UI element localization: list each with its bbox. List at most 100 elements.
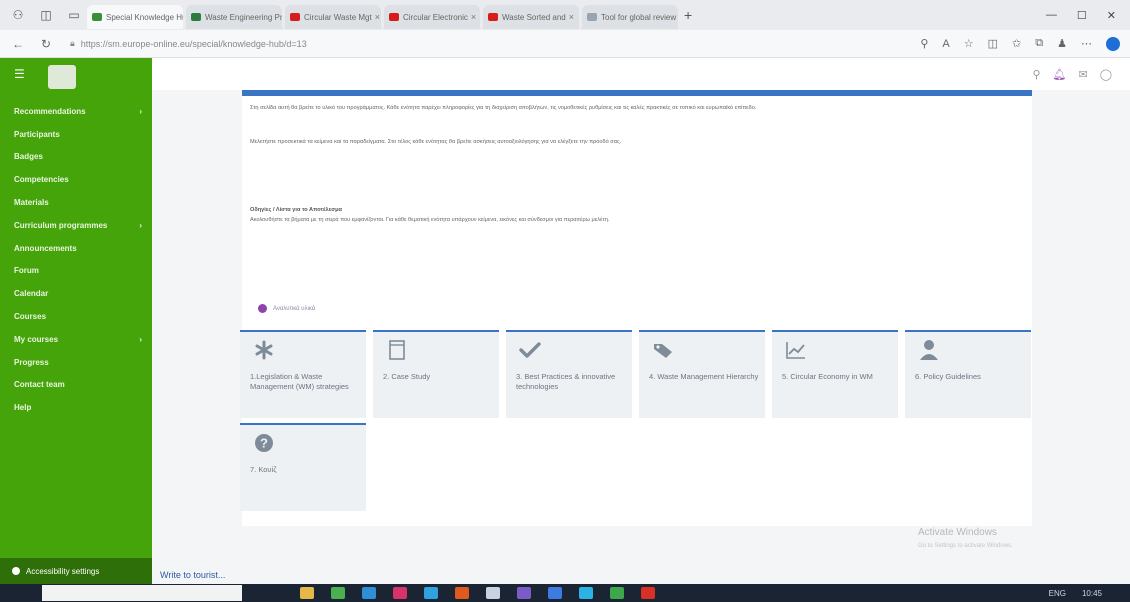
back-icon[interactable]: ← [8,37,28,51]
browser-tab[interactable]: Special Knowledge Hub× [87,5,183,29]
collections-icon[interactable]: ◫ [36,5,56,25]
sidebar-item[interactable]: Courses [0,305,152,328]
attachment-label: Αναλυτικά υλικά [273,305,316,312]
sidebar-item-label: Contact team [14,380,65,390]
hamburger-menu-icon[interactable]: ☰ [14,67,25,81]
module-tile[interactable]: 1.Legislation & Waste Management (WM) st… [240,330,366,418]
close-tab-icon[interactable]: × [676,12,678,22]
accessibility-settings-button[interactable]: Accessibility settings [0,558,152,584]
favorites-icon[interactable]: ✩ [1012,37,1021,50]
split-screen-icon[interactable]: ◫ [988,37,998,50]
browser-tab[interactable]: Waste Engineering Pr× [186,5,282,29]
sidebar-item[interactable]: Forum [0,260,152,283]
app-icon[interactable] [548,587,562,599]
close-tab-icon[interactable]: × [372,12,380,22]
attachment-link[interactable]: Αναλυτικά υλικά [258,304,315,313]
sidebar-item[interactable]: Participants [0,123,152,146]
tab-favicon [389,13,399,21]
profile-sync-icon[interactable]: ♟ [1057,37,1067,50]
chevron-icon: › [139,220,142,230]
book-icon [385,340,409,360]
search-icon[interactable]: ⚲ [1032,68,1040,81]
sidebar-item-label: Help [14,403,32,413]
notification-icon[interactable]: 🔔︎ [1053,68,1067,81]
tab-actions-icon[interactable]: ▭ [64,5,84,25]
app-icon[interactable] [424,587,438,599]
sidebar-item[interactable]: Materials [0,191,152,214]
browser-tab[interactable]: Circular Electronic × [384,5,480,29]
user-menu-icon[interactable]: ◯ [1100,68,1112,81]
taskbar-search[interactable] [42,585,242,601]
sidebar-item[interactable]: Competencies [0,168,152,191]
close-tab-icon[interactable]: × [468,12,476,22]
new-tab-button[interactable]: + [684,7,692,23]
file-explorer-icon[interactable] [300,587,314,599]
language-indicator[interactable]: ENG [1049,589,1066,598]
app-icon[interactable] [579,587,593,599]
person-icon [917,340,941,360]
app-icon[interactable] [331,587,345,599]
sidebar-item[interactable]: Help [0,396,152,419]
tile-label: 3. Best Practices & innovative technolog… [516,372,616,391]
activate-windows-title: Activate Windows [918,527,997,538]
tab-label: Tool for global review [601,12,677,22]
sidebar-item-label: Recommendations [14,106,86,116]
sidebar-item[interactable]: Contact team [0,374,152,397]
profile-icon[interactable]: ⚇ [8,5,28,25]
module-tile[interactable]: 6. Policy Guidelines [905,330,1031,418]
sidebar-item[interactable]: Announcements [0,237,152,260]
module-tile[interactable]: 4. Waste Management Hierarchy [639,330,765,418]
sidebar-item[interactable]: Curriculum programmes › [0,214,152,237]
app-icon[interactable] [393,587,407,599]
messages-icon[interactable]: ✉ [1078,68,1087,81]
tile-label: 4. Waste Management Hierarchy [649,372,759,381]
footer-link[interactable]: Write to tourist... [160,570,225,580]
module-tile[interactable]: ? 7. Κουίζ [240,423,366,511]
app-icon[interactable] [610,587,624,599]
close-tab-icon[interactable]: × [566,12,574,22]
copilot-icon[interactable] [1106,36,1120,51]
module-tile[interactable]: 3. Best Practices & innovative technolog… [506,330,632,418]
app-icon[interactable] [641,587,655,599]
tile-label: 2. Case Study [383,372,431,381]
clock[interactable]: 10:45 [1082,589,1102,598]
tile-label: 6. Policy Guidelines [915,372,981,381]
sidebar-item[interactable]: My courses › [0,328,152,351]
steps-paragraph: Ακολουθήστε τα βήματα με τη σειρά που εμ… [250,217,610,223]
attachment-icon [258,304,267,313]
section-header-bar [242,90,1032,96]
module-tile[interactable]: 5. Circular Economy in WM [772,330,898,418]
close-window-icon[interactable]: ✕ [1107,9,1116,22]
sidebar-item[interactable]: Calendar [0,282,152,305]
sidebar-item[interactable]: Progress [0,351,152,374]
browser-tab[interactable]: Tool for global review× [582,5,678,29]
app-icon[interactable] [517,587,531,599]
tag-icon [651,340,675,360]
chevron-icon: › [139,106,142,116]
read-aloud-icon[interactable]: A [942,38,949,50]
sidebar-item-label: Participants [14,129,60,139]
tab-label: Waste Engineering Pr [205,12,282,22]
extensions-icon[interactable]: ⧉ [1035,37,1043,50]
tab-favicon [488,13,498,21]
maximize-icon[interactable]: ☐ [1077,9,1087,22]
browser-tab[interactable]: Circular Waste Mgt × [285,5,381,29]
edge-icon[interactable] [362,587,376,599]
favorite-icon[interactable]: ☆ [964,37,974,50]
refresh-icon[interactable]: ↻ [36,37,56,51]
sidebar-item[interactable]: Badges [0,146,152,169]
browser-tab[interactable]: Waste Sorted and × [483,5,579,29]
app-icon[interactable] [455,587,469,599]
minimize-icon[interactable]: — [1046,9,1057,22]
module-tile[interactable]: 2. Case Study [373,330,499,418]
tile-label: 5. Circular Economy in WM [782,372,873,381]
activate-windows-sub: Go to Settings to activate Windows. [918,543,1013,549]
menu-icon[interactable]: ⋯ [1081,37,1092,50]
zoom-icon[interactable]: ⚲ [920,37,928,50]
site-logo[interactable] [48,65,76,89]
url-input[interactable]: 🔒︎ https://sm.europe-online.eu/special/kn… [64,34,784,54]
sidebar-item[interactable]: Recommendations › [0,100,152,123]
sidebar-item-label: Materials [14,198,49,208]
tab-label: Waste Sorted and [502,12,566,22]
app-icon[interactable] [486,587,500,599]
